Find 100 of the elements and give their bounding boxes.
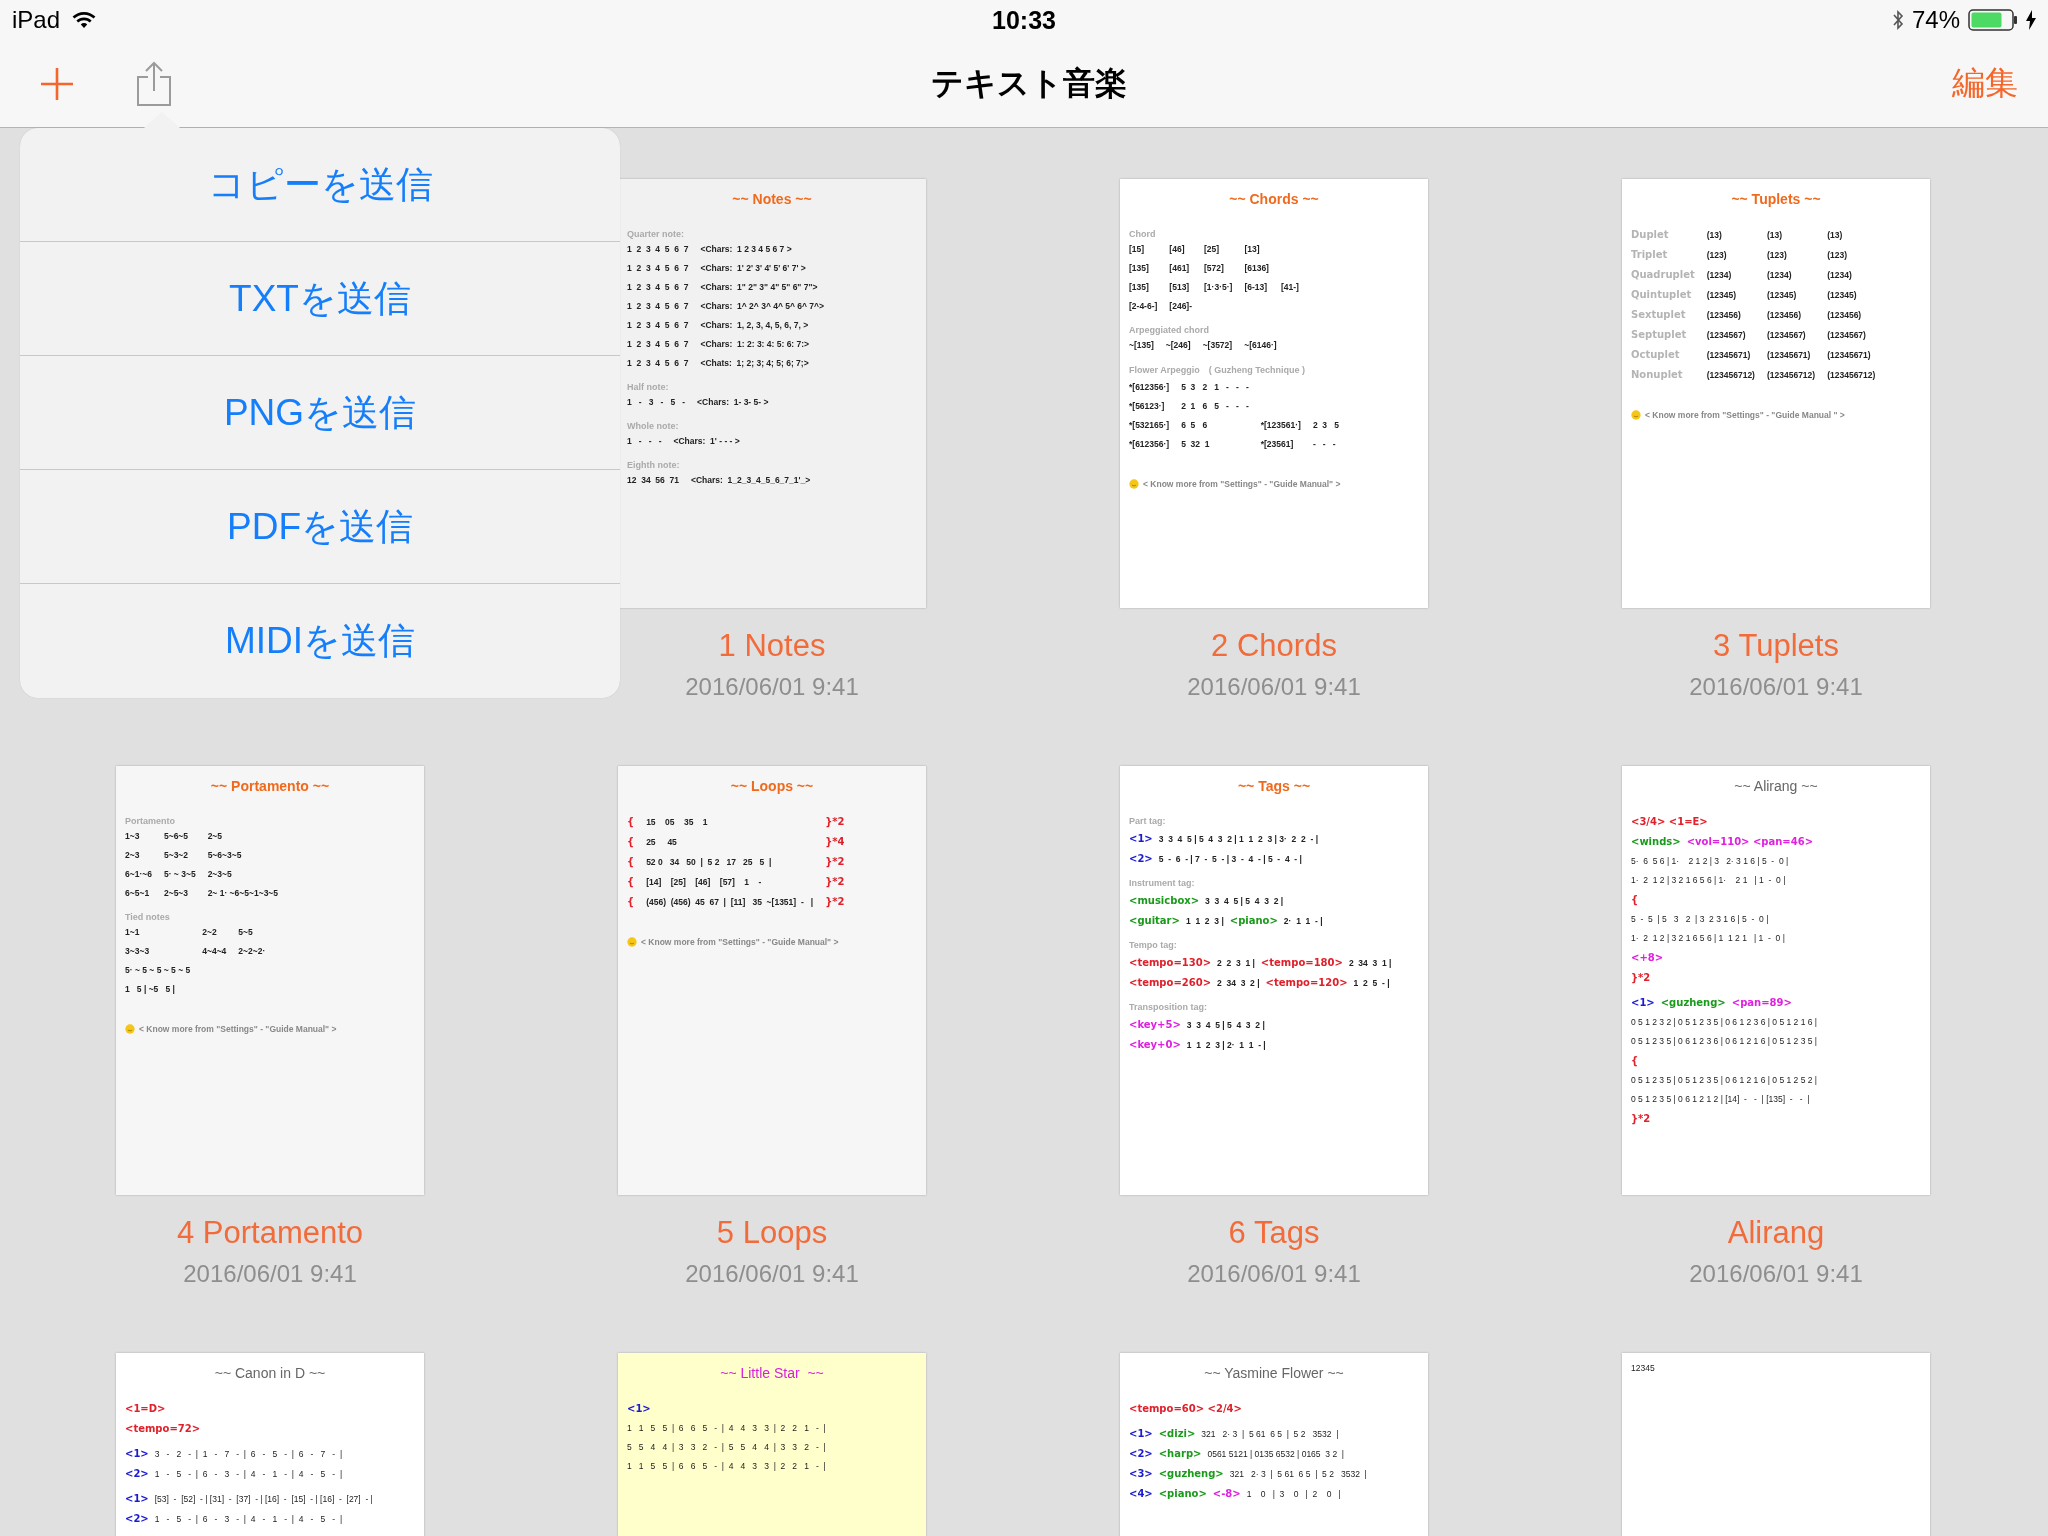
notation-text: <tempo=180> <box>1260 957 1343 968</box>
menu-item[interactable]: TXTを送信 <box>20 242 620 356</box>
notation-text: 5 3 2 1 - - - <box>1181 382 1249 392</box>
notation-text: 1 1 2 3 | <box>1185 916 1224 926</box>
clock-time: 10:33 <box>992 5 1056 35</box>
notation-text: { <box>627 896 635 907</box>
notation-text: <1=D> <box>125 1403 166 1414</box>
document-title[interactable]: 5 Loops <box>716 1213 828 1253</box>
notation-text: Septuplet <box>1631 329 1688 340</box>
notation-text: 1~1 <box>125 927 141 937</box>
notation-text: <guzheng> <box>1158 1468 1224 1479</box>
notation-text: <Chars: 1- 3- 5- > <box>697 397 769 407</box>
page-heading: ~~ Loops ~~ <box>729 778 815 794</box>
edit-button[interactable]: 編集 <box>1952 61 2018 106</box>
notation-text: }*2 <box>1631 972 1651 983</box>
notation-text: (1234567) <box>1827 330 1867 340</box>
add-button[interactable] <box>40 66 74 101</box>
notation-text: 0 5 1 2 3 2 | 0 5 1 2 3 5 | 0 6 1 2 3 6 | 0 5 1 2 1 6 | <box>1631 1017 1818 1027</box>
document-title[interactable]: 3 Tuplets <box>1713 626 1839 666</box>
document-page[interactable] <box>1120 766 1428 1195</box>
notation-text: [6-13] <box>1244 282 1269 292</box>
notation-text: (1234) <box>1766 270 1793 280</box>
notation-text: <key+0> <box>1129 1039 1181 1050</box>
document-page[interactable] <box>618 179 926 608</box>
smiley-icon <box>1631 410 1641 420</box>
notation-text: 1 2 3 4 5 6 7 <box>627 263 689 273</box>
document-page[interactable] <box>1622 179 1930 608</box>
notation-text: <pan=89> <box>1731 997 1792 1008</box>
notation-text: (1234567) <box>1766 330 1807 340</box>
notation-text: 1 2 3 4 5 6 7 <box>627 282 689 292</box>
section-label: Eighth note: <box>627 460 681 470</box>
notation-text: ~[135] <box>1129 340 1154 350</box>
notation-text: 5· ~ 3~5 <box>163 869 196 879</box>
notation-text: (12345671) <box>1706 350 1752 360</box>
section-label: Portamento <box>125 816 176 826</box>
document-title[interactable]: Alirang <box>1727 1213 1825 1253</box>
notation-text: *[612356·] <box>1129 439 1170 449</box>
notation-text: [41-] <box>1280 282 1299 292</box>
notation-text: 1 2 3 4 5 6 7 <box>627 301 689 311</box>
document-title[interactable]: 4 Portamento <box>176 1213 364 1253</box>
document-title[interactable]: 1 Notes <box>718 626 826 666</box>
notation-text: <vol=110> <pan=46> <box>1686 836 1814 847</box>
notation-text: 3~3~3 <box>125 946 151 956</box>
notation-text: 1~3 <box>125 831 141 841</box>
document-page[interactable]: ~~ Loops ~~ { 15 05 35 1 }*2 { 25 45 }*4 { 52 0 34 50 | 5 2 17 25 5 | }*2 { [14] [25] [46] [57] 1 - }*2 { (456) (456) 45 67 | [11] 35 ~[1351] - | }*2 < Know more from "Settings" - "Guide Manual" > <box>618 766 926 1195</box>
notation-text: { <box>1631 894 1639 905</box>
section-label: Flower Arpeggio ( Guzheng Technique ) <box>1129 364 1306 377</box>
notation-text: <key+5> <box>1129 1019 1181 1030</box>
page-heading: ~~ Portamento ~~ <box>209 778 331 794</box>
notation-text: *[123561·] <box>1260 420 1301 430</box>
notation-text: }*2 <box>825 816 845 827</box>
notation-text: 15 05 35 1 <box>646 817 709 827</box>
notation-text: <3/4> <1=E> <box>1631 816 1708 827</box>
notation-text: { <box>1631 1055 1639 1066</box>
section-label: Quarter note: <box>627 229 685 239</box>
notation-text: 1 2 3 4 5 6 7 <box>627 320 689 330</box>
notation-text: Quintuplet <box>1631 289 1693 300</box>
notation-text: 2 34 3 2 | <box>1217 978 1260 988</box>
notation-text: *[23561] <box>1260 439 1295 449</box>
device-name: iPad <box>12 6 61 34</box>
footer-note: < Know more from "Settings" - "Guide Manual" > <box>139 1024 337 1034</box>
notation-text: [513] <box>1169 282 1191 292</box>
notation-text: <winds> <box>1631 836 1681 847</box>
menu-item[interactable]: PDFを送信 <box>20 470 620 584</box>
share-button[interactable] <box>136 60 172 107</box>
notation-text: 6~5~1 <box>125 888 151 898</box>
notation-text: 5 - 5 | 5 3 2 | 3 2 3 1 6 | 5 - 0 | <box>1631 914 1769 924</box>
document-title[interactable]: 2 Chords <box>1211 626 1337 666</box>
notation-text: 1 2 5 - | <box>1353 978 1390 988</box>
menu-item[interactable]: PNGを送信 <box>20 356 620 470</box>
notation-text: <Chars: 1' - - - > <box>673 436 740 446</box>
menu-item[interactable]: MIDIを送信 <box>20 584 620 698</box>
document-page[interactable] <box>1120 179 1428 608</box>
notation-text: { <box>627 856 635 867</box>
menu-item[interactable]: コピーを送信 <box>20 128 620 242</box>
notation-text: (1234) <box>1706 270 1733 280</box>
notation-text: <tempo=120> <box>1265 977 1348 988</box>
notation-text: <4> <box>1129 1488 1153 1499</box>
document-page[interactable] <box>1622 766 1930 1195</box>
notation-text: }*2 <box>825 856 845 867</box>
notation-text: <guitar> <box>1129 915 1180 926</box>
notation-text: 1 5 | ~5 5 | <box>125 984 176 994</box>
section-label: Whole note: <box>627 421 680 431</box>
notation-text: <Chars: 1 2 3 4 5 6 7 > <box>700 244 793 254</box>
notation-text: [15] <box>1129 244 1146 254</box>
document-page[interactable]: ~~ Little Star ~~ <1> 1 1 5 5 | 6 6 5 - | 4 4 3 3 | 2 2 1 - | 5 5 4 4 | 3 3 2 - | 5 5 4 4 | 3 3 2 - | 1 1 5 5 | 6 6 5 - | 4 4 3 3 | 2 2 1 - | <box>618 1353 926 1536</box>
document-page[interactable]: 12345 <box>1622 1353 1930 1536</box>
notation-text: [46] <box>1169 244 1186 254</box>
document-date: 2016/06/01 9:41 <box>1187 1259 1361 1289</box>
notation-text: (123456) <box>1706 310 1742 320</box>
section-label: Half note: <box>627 382 670 392</box>
notation-text: 5~6~3~5 <box>207 850 243 860</box>
smiley-icon <box>627 937 637 947</box>
notation-text: 1 2 3 4 5 6 7 <box>627 358 689 368</box>
notation-text: <Chars: 1: 2: 3: 4: 5: 6: 7:> <box>700 339 811 349</box>
notation-text: (123) <box>1827 250 1848 260</box>
document-title[interactable]: 6 Tags <box>1228 1213 1320 1253</box>
notation-text: 2 34 3 1 | <box>1348 958 1392 968</box>
notation-text: 6~1·~6 <box>125 869 152 879</box>
notation-text: <1> <box>627 1403 651 1414</box>
